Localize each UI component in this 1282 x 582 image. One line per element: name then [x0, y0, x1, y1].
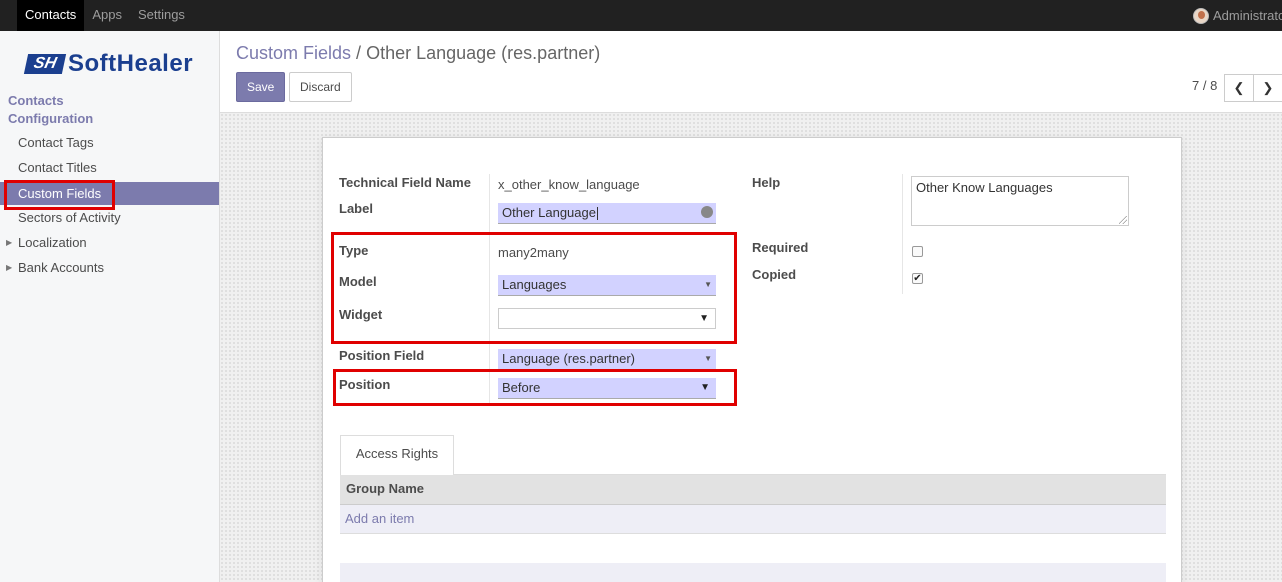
- column-header-group-name[interactable]: Group Name: [340, 475, 1166, 505]
- label-input[interactable]: Other Language: [498, 203, 716, 224]
- caret-right-icon: ▶: [6, 238, 13, 247]
- discard-button[interactable]: Discard: [289, 72, 352, 102]
- add-item-link[interactable]: Add an item: [340, 505, 1166, 534]
- caret-down-icon: ▼: [699, 313, 709, 324]
- form-sheet: Technical Field Name Label Type Model Wi…: [322, 137, 1182, 582]
- model-select-value: Languages: [502, 277, 567, 292]
- logo-text: SoftHealer: [68, 50, 194, 77]
- sidebar-item-label: Contact Titles: [18, 160, 97, 175]
- label-label: Label: [339, 201, 373, 216]
- technical-name-value: x_other_know_language: [498, 177, 640, 192]
- copied-checkbox[interactable]: ✔: [912, 273, 923, 284]
- caret-down-icon: ▼: [704, 280, 712, 289]
- caret-down-icon: ▼: [704, 354, 712, 363]
- top-menu: Contacts Apps Settings: [17, 0, 193, 31]
- chevron-left-icon: ❮: [1233, 80, 1245, 95]
- model-label: Model: [339, 274, 377, 289]
- grid-footer: [340, 563, 1166, 582]
- position-label: Position: [339, 377, 391, 392]
- menu-contacts[interactable]: Contacts: [17, 0, 85, 31]
- breadcrumb-parent[interactable]: Custom Fields: [236, 43, 351, 63]
- column-divider: [489, 174, 490, 404]
- text-cursor: [596, 207, 598, 221]
- column-divider: [902, 174, 903, 294]
- caret-down-icon: ▼: [700, 382, 710, 393]
- model-select[interactable]: Languages ▼: [498, 275, 716, 296]
- user-menu[interactable]: Administrator: [1193, 0, 1282, 31]
- technical-name-label: Technical Field Name: [339, 175, 471, 190]
- user-name: Administrator: [1213, 8, 1282, 23]
- breadcrumb-current: Other Language (res.partner): [366, 43, 601, 63]
- pager-next-button[interactable]: ❯: [1253, 74, 1282, 102]
- position-select-value: Before: [502, 380, 541, 395]
- sidebar-item-label: Localization: [18, 235, 87, 250]
- help-textarea[interactable]: Other Know Languages: [911, 176, 1129, 226]
- breadcrumb-separator: /: [356, 43, 362, 63]
- help-label: Help: [752, 175, 781, 190]
- pager-previous-button[interactable]: ❮: [1224, 74, 1254, 102]
- sidebar-section-configuration: Configuration: [8, 111, 94, 126]
- breadcrumb: Custom Fields / Other Language (res.part…: [236, 43, 600, 64]
- help-textarea-value: Other Know Languages: [916, 180, 1053, 195]
- position-field-select[interactable]: Language (res.partner) ▼: [498, 349, 716, 370]
- sidebar-item-label: Contact Tags: [18, 135, 94, 150]
- type-value: many2many: [498, 245, 569, 260]
- sidebar-item-label: Sectors of Activity: [18, 210, 121, 225]
- position-field-label: Position Field: [339, 348, 425, 363]
- logo-mark: SH: [23, 54, 67, 74]
- resize-grip-icon[interactable]: [1119, 216, 1127, 224]
- required-checkbox[interactable]: [912, 246, 923, 257]
- pager-value: 7 / 8: [1192, 78, 1218, 93]
- widget-label: Widget: [339, 307, 383, 322]
- control-panel: Custom Fields / Other Language (res.part…: [220, 31, 1282, 113]
- label-input-value: Other Language: [502, 205, 596, 220]
- save-button[interactable]: Save: [236, 72, 286, 102]
- required-label: Required: [752, 240, 809, 255]
- sidebar-section-contacts[interactable]: Contacts: [8, 93, 64, 108]
- sidebar: SH SoftHealer Contacts Configuration Con…: [0, 31, 220, 582]
- sidebar-item-localization[interactable]: ▶ Localization: [0, 231, 219, 254]
- position-field-select-value: Language (res.partner): [502, 351, 635, 366]
- menu-settings[interactable]: Settings: [130, 0, 193, 31]
- caret-right-icon: ▶: [6, 263, 13, 272]
- sidebar-item-bank-accounts[interactable]: ▶ Bank Accounts: [0, 256, 219, 279]
- type-label: Type: [339, 243, 369, 258]
- globe-icon[interactable]: [701, 206, 713, 218]
- sidebar-item-sectors[interactable]: Sectors of Activity: [0, 206, 219, 229]
- sidebar-item-label: Bank Accounts: [18, 260, 104, 275]
- form-view: Technical Field Name Label Type Model Wi…: [220, 113, 1282, 582]
- chevron-right-icon: ❯: [1262, 80, 1274, 95]
- avatar: [1193, 7, 1209, 24]
- tab-access-rights[interactable]: Access Rights: [340, 435, 454, 475]
- sidebar-item-contact-tags[interactable]: Contact Tags: [0, 131, 219, 154]
- sidebar-item-label: Custom Fields: [18, 186, 102, 201]
- widget-select[interactable]: ▼: [498, 308, 716, 329]
- copied-label: Copied: [752, 267, 797, 282]
- menu-apps[interactable]: Apps: [84, 0, 130, 31]
- position-select[interactable]: Before ▼: [498, 378, 716, 399]
- company-logo: SH SoftHealer: [23, 50, 194, 78]
- sidebar-item-custom-fields[interactable]: Custom Fields: [0, 182, 219, 205]
- top-navbar: Contacts Apps Settings Administrator: [0, 0, 1282, 31]
- sidebar-item-contact-titles[interactable]: Contact Titles: [0, 156, 219, 179]
- check-icon: ✔: [913, 273, 922, 284]
